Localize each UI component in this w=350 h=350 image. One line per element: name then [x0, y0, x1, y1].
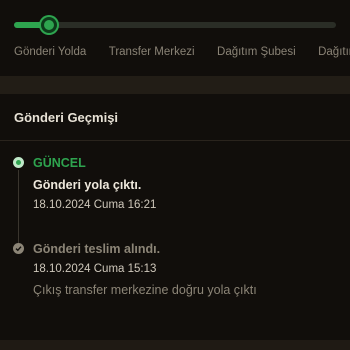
progress-steps: Gönderi Yolda Transfer Merkezi Dağıtım Ş… — [14, 42, 350, 60]
event-title: Gönderi yola çıktı. — [33, 178, 142, 192]
step-label-distribution: Dağıtım — [318, 46, 350, 58]
section-divider — [0, 76, 350, 94]
event-title: Gönderi teslim alındı. — [33, 242, 161, 256]
progress-track — [14, 22, 336, 28]
history-separator — [0, 140, 350, 141]
current-dot-icon — [13, 157, 24, 168]
shipment-progress-panel: Gönderi Yolda Transfer Merkezi Dağıtım Ş… — [0, 0, 350, 76]
step-label-in-transit: Gönderi Yolda — [14, 46, 87, 58]
event-timestamp: 18.10.2024 Cuma 16:21 — [33, 199, 157, 211]
shipment-history-panel: Gönderi Geçmişi GÜNCEL Gönderi yola çıkt… — [0, 94, 350, 340]
event-status-badge: GÜNCEL — [33, 156, 86, 170]
step-label-transfer-center: Transfer Merkezi — [108, 46, 195, 58]
progress-marker-icon — [41, 17, 57, 33]
step-label-distribution-branch: Dağıtım Şubesi — [217, 46, 296, 58]
history-title: Gönderi Geçmişi — [14, 110, 119, 125]
timeline-line — [18, 170, 19, 246]
check-circle-icon — [13, 243, 24, 254]
event-timestamp: 18.10.2024 Cuma 15:13 — [33, 263, 157, 275]
event-description: Çıkış transfer merkezine doğru yola çıkt… — [33, 283, 257, 297]
